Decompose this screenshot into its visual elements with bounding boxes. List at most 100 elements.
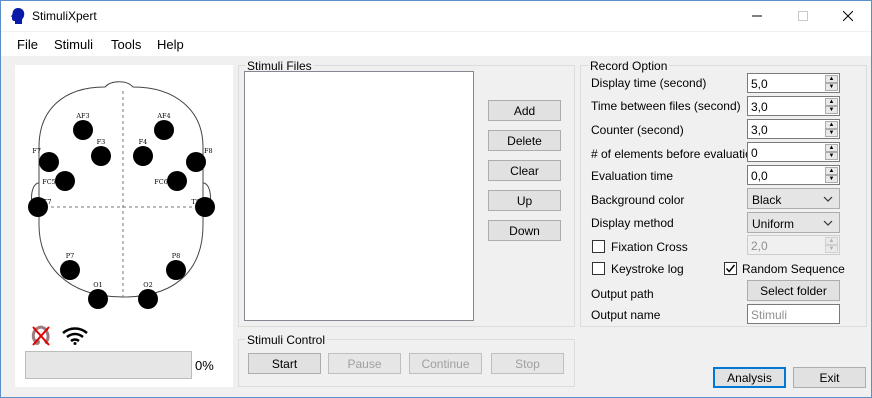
spin-up-icon[interactable]: ▲ bbox=[825, 98, 838, 106]
spin-up-icon[interactable]: ▲ bbox=[825, 144, 838, 152]
display-method-value: Uniform bbox=[752, 217, 795, 231]
wifi-signal-icon bbox=[62, 327, 88, 345]
electrode-group: AF3 AF4 F3 F4 F7 F8 FC5 FC6 T7 T8 P7 P8 O1 O2 bbox=[28, 112, 215, 309]
electrode-af3 bbox=[73, 120, 93, 140]
spin-down-icon[interactable]: ▼ bbox=[825, 129, 838, 137]
electrode-label-p8: P8 bbox=[172, 252, 181, 260]
display-time-spinner[interactable]: 5,0 ▲ ▼ bbox=[747, 73, 840, 93]
title-bar: StimuliXpert bbox=[1, 1, 871, 31]
output-path-label: Output path bbox=[591, 287, 654, 301]
electrode-label-f3: F3 bbox=[97, 138, 106, 146]
display-time-value: 5,0 bbox=[751, 77, 768, 91]
spin-up-icon[interactable]: ▲ bbox=[825, 237, 838, 245]
spin-down-icon[interactable]: ▼ bbox=[825, 106, 838, 114]
electrode-label-f7: F7 bbox=[32, 147, 41, 155]
analysis-button[interactable]: Analysis bbox=[713, 367, 786, 388]
electrode-f3 bbox=[91, 146, 111, 166]
display-time-label: Display time (second) bbox=[591, 76, 707, 90]
clear-button[interactable]: Clear bbox=[488, 160, 561, 181]
stimuli-control-title: Stimuli Control bbox=[245, 333, 328, 347]
spin-down-icon[interactable]: ▼ bbox=[825, 245, 838, 253]
electrode-label-o2: O2 bbox=[143, 281, 152, 289]
output-name-input[interactable]: Stimuli bbox=[747, 304, 840, 324]
fixation-cross-checkbox[interactable] bbox=[592, 240, 605, 253]
electrode-p8 bbox=[166, 260, 186, 280]
electrode-o1 bbox=[88, 289, 108, 309]
fixation-cross-label: Fixation Cross bbox=[611, 240, 688, 254]
up-button[interactable]: Up bbox=[488, 190, 561, 211]
evaluation-time-label: Evaluation time bbox=[591, 169, 674, 183]
pause-button[interactable]: Pause bbox=[328, 353, 401, 374]
output-name-placeholder: Stimuli bbox=[751, 308, 788, 322]
background-color-select[interactable]: Black bbox=[747, 188, 840, 209]
stimuli-file-list[interactable] bbox=[244, 71, 474, 321]
select-folder-button[interactable]: Select folder bbox=[747, 280, 840, 301]
electrode-label-f4: F4 bbox=[139, 138, 148, 146]
minimize-icon bbox=[752, 15, 762, 17]
evaluation-time-spinner[interactable]: 0,0 ▲ ▼ bbox=[747, 165, 840, 185]
electrode-fc6 bbox=[167, 171, 187, 191]
delete-button[interactable]: Delete bbox=[488, 130, 561, 151]
menu-tools[interactable]: Tools bbox=[111, 37, 141, 52]
electrode-label-p7: P7 bbox=[66, 252, 75, 260]
display-method-select[interactable]: Uniform bbox=[747, 212, 840, 233]
add-button[interactable]: Add bbox=[488, 100, 561, 121]
electrode-label-o1: O1 bbox=[93, 281, 102, 289]
display-method-label: Display method bbox=[591, 216, 674, 230]
headset-disconnected-icon bbox=[31, 325, 50, 346]
spin-up-icon[interactable]: ▲ bbox=[825, 121, 838, 129]
fixation-cross-spinner[interactable]: 2,0 ▲ ▼ bbox=[747, 235, 840, 255]
progress-percent: 0% bbox=[195, 358, 214, 373]
electrode-af4 bbox=[154, 120, 174, 140]
elements-before-value: 0 bbox=[751, 146, 758, 160]
maximize-button[interactable] bbox=[780, 1, 826, 31]
down-button[interactable]: Down bbox=[488, 220, 561, 241]
counter-spinner[interactable]: 3,0 ▲ ▼ bbox=[747, 119, 840, 139]
fixation-cross-value: 2,0 bbox=[751, 239, 768, 253]
counter-label: Counter (second) bbox=[591, 123, 684, 137]
checkmark-icon bbox=[725, 264, 736, 273]
spin-down-icon[interactable]: ▼ bbox=[825, 152, 838, 160]
main-window: StimuliXpert File Stimuli Tools Help AF3… bbox=[0, 0, 872, 398]
electrode-f4 bbox=[133, 146, 153, 166]
electrode-o2 bbox=[138, 289, 158, 309]
keystroke-log-label: Keystroke log bbox=[611, 262, 684, 276]
spin-up-icon[interactable]: ▲ bbox=[825, 75, 838, 83]
background-color-value: Black bbox=[752, 193, 782, 207]
keystroke-log-checkbox[interactable] bbox=[592, 262, 605, 275]
electrode-label-t8: T8 bbox=[192, 198, 200, 206]
electrode-f8 bbox=[186, 152, 206, 172]
electrode-p7 bbox=[60, 260, 80, 280]
minimize-button[interactable] bbox=[734, 1, 780, 31]
stop-button[interactable]: Stop bbox=[491, 353, 564, 374]
time-between-label: Time between files (second) bbox=[591, 99, 741, 113]
time-between-spinner[interactable]: 3,0 ▲ ▼ bbox=[747, 96, 840, 116]
spin-up-icon[interactable]: ▲ bbox=[825, 167, 838, 175]
random-sequence-label: Random Sequence bbox=[742, 262, 845, 276]
continue-button[interactable]: Continue bbox=[409, 353, 482, 374]
electrode-label-f8: F8 bbox=[204, 147, 213, 155]
close-icon bbox=[843, 11, 853, 21]
spin-down-icon[interactable]: ▼ bbox=[825, 83, 838, 91]
exit-button[interactable]: Exit bbox=[793, 367, 866, 388]
head-panel: AF3 AF4 F3 F4 F7 F8 FC5 FC6 T7 T8 P7 P8 O1 O2 0% bbox=[15, 65, 233, 387]
elements-before-spinner[interactable]: 0 ▲ ▼ bbox=[747, 142, 840, 162]
spin-down-icon[interactable]: ▼ bbox=[825, 175, 838, 183]
menu-file[interactable]: File bbox=[17, 37, 38, 52]
elements-before-label: # of elements before evaluation bbox=[591, 147, 759, 161]
random-sequence-checkbox[interactable] bbox=[724, 262, 737, 275]
menu-stimuli[interactable]: Stimuli bbox=[54, 37, 93, 52]
close-button[interactable] bbox=[825, 1, 871, 31]
app-head-icon bbox=[11, 8, 25, 24]
menu-bar: File Stimuli Tools Help bbox=[1, 32, 871, 56]
maximize-icon bbox=[798, 11, 808, 21]
electrode-map: AF3 AF4 F3 F4 F7 F8 FC5 FC6 T7 T8 P7 P8 O1 O2 bbox=[28, 81, 215, 309]
electrode-label-fc5: FC5 bbox=[42, 178, 56, 186]
start-button[interactable]: Start bbox=[248, 353, 321, 374]
menu-help[interactable]: Help bbox=[157, 37, 184, 52]
progress-bar bbox=[25, 351, 192, 379]
electrode-fc5 bbox=[55, 171, 75, 191]
counter-value: 3,0 bbox=[751, 123, 768, 137]
window-title: StimuliXpert bbox=[32, 9, 97, 23]
electrode-label-af3: AF3 bbox=[75, 112, 89, 120]
